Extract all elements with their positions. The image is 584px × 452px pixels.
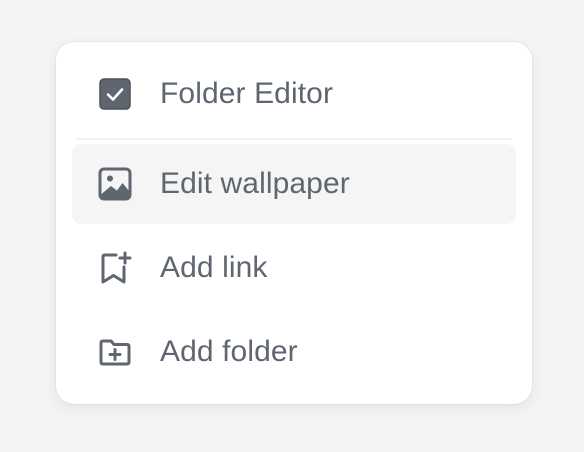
image-icon (98, 167, 132, 201)
menu-item-add-folder[interactable]: Add folder (72, 312, 516, 392)
menu-item-label: Add link (160, 251, 268, 284)
checkbox-checked-icon[interactable] (98, 77, 132, 111)
menu-divider (76, 138, 512, 140)
folder-plus-icon (98, 335, 132, 369)
menu-item-edit-wallpaper[interactable]: Edit wallpaper (72, 144, 516, 224)
context-menu: Folder Editor Edit wallpaper Add link Ad… (56, 42, 532, 404)
menu-item-folder-editor[interactable]: Folder Editor (72, 54, 516, 134)
menu-item-label: Folder Editor (160, 77, 334, 110)
menu-item-label: Add folder (160, 335, 298, 368)
menu-item-add-link[interactable]: Add link (72, 228, 516, 308)
bookmark-plus-icon (98, 251, 132, 285)
menu-item-label: Edit wallpaper (160, 167, 350, 200)
